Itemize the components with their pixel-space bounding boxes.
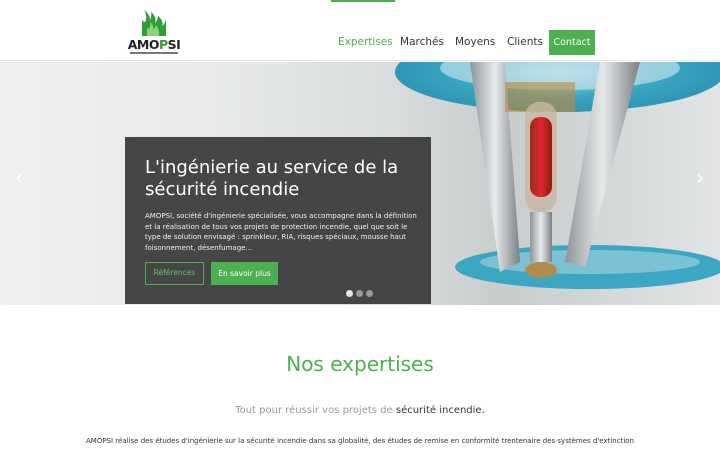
hero-title: L'ingénierie au service de la sécurité i… bbox=[145, 157, 399, 200]
flame-logo-icon bbox=[142, 10, 166, 36]
nav-item-marches[interactable]: Marchés bbox=[400, 30, 444, 55]
section-subtitle: Tout pour réussir vos projets de sécurit… bbox=[0, 405, 720, 416]
logo-text-prefix: AMO bbox=[127, 37, 160, 52]
site-header: AMOPSI Expertises Marchés Moyens Clients… bbox=[0, 0, 720, 61]
learn-more-button[interactable]: En savoir plus bbox=[211, 262, 278, 285]
section-subtitle-strong: sécurité incendie. bbox=[395, 405, 485, 416]
section-subtitle-prefix: Tout pour réussir vos projets de bbox=[235, 405, 396, 416]
slider-prev-icon[interactable]: ‹ bbox=[9, 166, 29, 191]
hero-description: AMOPSI, société d'ingénierie spécialisée… bbox=[145, 212, 417, 253]
logo-tagline bbox=[130, 52, 178, 54]
nav-item-clients[interactable]: Clients bbox=[507, 30, 543, 55]
logo-text-accent: P bbox=[158, 37, 168, 52]
hero-caption-panel: L'ingénierie au service de la sécurité i… bbox=[125, 137, 431, 304]
nav-active-indicator bbox=[331, 0, 395, 2]
slider-next-icon[interactable]: › bbox=[690, 166, 710, 191]
slider-dot-1[interactable] bbox=[346, 290, 353, 297]
logo-text-suffix: SI bbox=[167, 37, 181, 52]
slider-dot-2[interactable] bbox=[356, 290, 363, 297]
contact-button[interactable]: Contact bbox=[549, 30, 595, 55]
section-body-text: AMOPSI réalise des études d'ingénierie s… bbox=[86, 437, 634, 445]
references-button[interactable]: Références bbox=[145, 262, 204, 285]
amopsi-logo[interactable]: AMOPSI bbox=[124, 8, 184, 56]
section-title: Nos expertises bbox=[286, 352, 434, 376]
slider-dot-3[interactable] bbox=[366, 290, 373, 297]
nav-item-moyens[interactable]: Moyens bbox=[455, 30, 495, 55]
logo-wordmark: AMOPSI bbox=[124, 37, 184, 52]
nav-item-expertises[interactable]: Expertises bbox=[338, 30, 393, 55]
